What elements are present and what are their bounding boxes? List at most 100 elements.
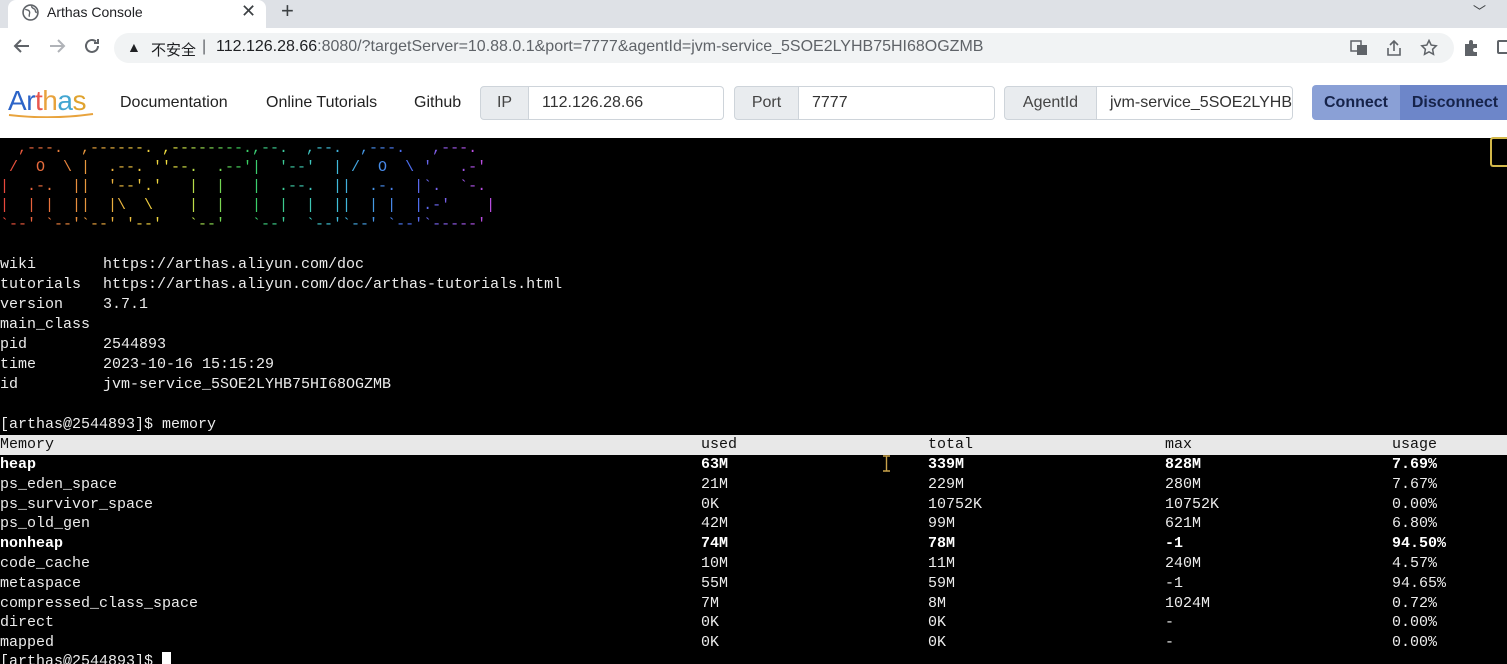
cell-used: 63M xyxy=(701,456,729,473)
info-key: tutorials xyxy=(0,276,82,293)
insecure-label[interactable]: 不安全 xyxy=(151,39,196,60)
close-tab-icon[interactable]: ✕ xyxy=(241,1,256,22)
cell-used: 0K xyxy=(701,495,720,513)
cell-max: 240M xyxy=(1165,555,1202,572)
back-icon[interactable] xyxy=(13,37,31,60)
cell-total: 10752K xyxy=(928,495,983,513)
terminal-cursor xyxy=(162,652,172,664)
cell-max: 280M xyxy=(1165,475,1202,493)
cell-max: 621M xyxy=(1165,515,1202,533)
ip-label: IP xyxy=(480,86,529,120)
nav-documentation[interactable]: Documentation xyxy=(120,94,228,112)
cell-name: direct xyxy=(0,614,55,632)
new-tab-icon[interactable]: + xyxy=(281,0,294,24)
column-header-used: used xyxy=(701,436,738,453)
bookmark-star-icon[interactable] xyxy=(1420,38,1438,61)
browser-tab-strip: Arthas Console ✕ + ﹀ xyxy=(0,0,1507,28)
info-key: pid xyxy=(0,336,28,353)
info-key: time xyxy=(0,356,37,373)
cell-usage: 94.50% xyxy=(1392,535,1447,553)
port-label: Port xyxy=(734,86,799,120)
url-separator: | xyxy=(202,38,207,55)
cell-max: -1 xyxy=(1165,574,1184,592)
info-value: 2544893 xyxy=(103,336,167,353)
agentid-input[interactable]: jvm-service_5SOE2LYHB75HI68OGZMB xyxy=(1097,86,1293,120)
translate-icon[interactable] xyxy=(1350,39,1368,61)
cell-name: nonheap xyxy=(0,535,64,553)
cell-usage: 0.00% xyxy=(1392,495,1438,513)
column-header-total: total xyxy=(928,436,974,453)
share-icon[interactable] xyxy=(1385,39,1403,61)
cell-name: compressed_class_space xyxy=(0,594,199,612)
cell-name: metaspace xyxy=(0,574,82,592)
banner-line: | | | || |\ \ | | | | | || | | |.-' | xyxy=(0,197,495,214)
terminal-resize-handle[interactable] xyxy=(1490,137,1507,167)
cell-used: 42M xyxy=(701,515,729,533)
info-value: 3.7.1 xyxy=(103,296,149,313)
banner-line: / O \ | .--. ''--. .--'| '--' | / O \ ' … xyxy=(0,159,486,176)
cell-usage: 0.00% xyxy=(1392,634,1438,652)
table-row: mapped 0K 0K - 0.00% xyxy=(0,633,1507,653)
cell-usage: 6.80% xyxy=(1392,515,1438,533)
cell-usage: 7.69% xyxy=(1392,456,1438,473)
cell-usage: 7.67% xyxy=(1392,475,1438,493)
cell-total: 0K xyxy=(928,614,947,632)
tab-search-icon[interactable]: ﹀ xyxy=(1473,1,1486,20)
command-line: [arthas@2544893]$ memory xyxy=(0,416,217,433)
cell-name: ps_eden_space xyxy=(0,475,118,493)
cell-used: 74M xyxy=(701,535,729,553)
reload-icon[interactable] xyxy=(83,37,101,60)
globe-icon xyxy=(22,4,39,21)
cell-usage: 4.57% xyxy=(1392,555,1438,572)
table-row: metaspace 55M 59M -1 94.65% xyxy=(0,574,1507,594)
column-header-usage: usage xyxy=(1392,436,1438,453)
ip-input[interactable]: 112.126.28.66 xyxy=(529,86,724,120)
info-key: main_class xyxy=(0,316,91,333)
final-prompt[interactable]: [arthas@2544893]$ xyxy=(0,652,172,664)
prompt-text: [arthas@2544893]$ xyxy=(0,653,163,664)
cell-used: 10M xyxy=(701,555,729,572)
column-header-memory: Memory xyxy=(0,436,55,453)
cell-max: 1024M xyxy=(1165,594,1211,612)
banner-line: | .-. || '--'.' | | | .--. || .-. |`. `-… xyxy=(0,178,486,195)
url-text[interactable]: 112.126.28.66:8080/?targetServer=10.88.0… xyxy=(216,38,983,56)
info-value: jvm-service_5SOE2LYHB75HI68OGZMB xyxy=(103,376,392,393)
info-value: https://arthas.aliyun.com/doc xyxy=(103,256,365,273)
url-host: 112.126.28.66 xyxy=(216,38,318,55)
side-panel-icon[interactable] xyxy=(1497,40,1507,54)
warning-icon[interactable]: ▲ xyxy=(127,39,141,55)
terminal[interactable]: ,---. ,------. ,--------.,--. ,--. ,---.… xyxy=(0,138,1507,664)
disconnect-button[interactable]: Disconnect xyxy=(1400,85,1507,120)
connect-button[interactable]: Connect xyxy=(1312,85,1400,120)
arthas-ascii-banner: ,---. ,------. ,--------.,--. ,--. ,---.… xyxy=(0,140,495,233)
info-value: 2023-10-16 15:15:29 xyxy=(103,356,275,373)
cell-usage: 0.00% xyxy=(1392,614,1438,632)
browser-tab[interactable]: Arthas Console ✕ xyxy=(8,0,266,28)
cell-max: -1 xyxy=(1165,535,1184,553)
forward-icon[interactable] xyxy=(48,37,66,60)
port-input[interactable]: 7777 xyxy=(799,86,995,120)
memory-table-header: Memory used total max usage xyxy=(0,435,1507,455)
table-row: ps_eden_space 21M 229M 280M 7.67% xyxy=(0,475,1507,495)
table-row: nonheap 74M 78M -1 94.50% xyxy=(0,534,1507,554)
info-value: https://arthas.aliyun.com/doc/arthas-tut… xyxy=(103,276,563,293)
cell-used: 7M xyxy=(701,594,720,612)
extensions-icon[interactable] xyxy=(1462,39,1480,61)
cell-max: - xyxy=(1165,634,1175,652)
cell-used: 0K xyxy=(701,634,720,652)
cell-total: 78M xyxy=(928,535,956,553)
nav-github[interactable]: Github xyxy=(414,94,461,112)
logo-underline xyxy=(8,113,94,118)
cell-total: 0K xyxy=(928,634,947,652)
cell-usage: 0.72% xyxy=(1392,594,1438,612)
nav-online-tutorials[interactable]: Online Tutorials xyxy=(266,94,377,112)
cell-total: 339M xyxy=(928,456,965,473)
cell-total: 59M xyxy=(928,574,956,592)
cell-used: 21M xyxy=(701,475,729,493)
cell-usage: 94.65% xyxy=(1392,574,1447,592)
info-key: version xyxy=(0,296,64,313)
cell-total: 11M xyxy=(928,555,956,572)
cell-name: heap xyxy=(0,456,37,473)
cell-max: 10752K xyxy=(1165,495,1220,513)
cell-name: code_cache xyxy=(0,555,91,572)
